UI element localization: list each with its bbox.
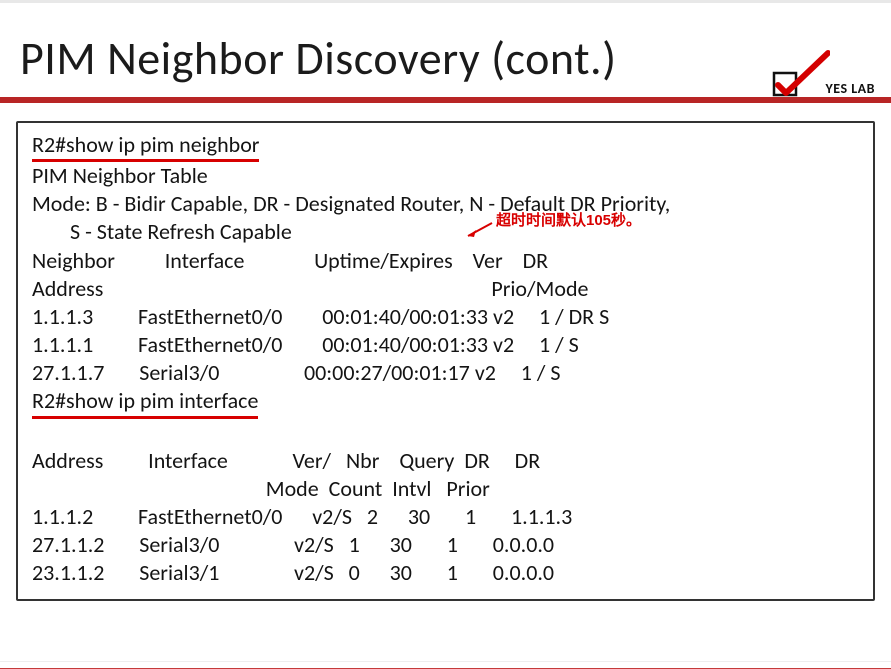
neighbor-upexp: 00:00:27/00:01:17 [304,359,470,386]
neighbor-ver: v2 [475,359,496,386]
iface-name: FastEthernet0/0 [138,503,282,530]
hdr-neighbor: Neighbor [32,247,115,274]
hdr-dr2: DR [515,447,540,474]
hdr-address: Address [32,275,103,302]
annotation-text: 超时时间默认105秒。 [496,211,641,230]
iface-row: 1.1.1.2 FastEthernet0/0 v2/S 2 30 1 1.1.… [32,503,859,531]
hdr-nbr: Nbr [346,447,379,474]
hdr-prio-mode: Prio/Mode [491,275,588,302]
command-1: R2#show ip pim neighbor [32,131,259,162]
hdr-prior: Prior [446,475,489,502]
iface-nbr: 1 [349,531,360,558]
hdr-count: Count [329,475,383,502]
mode-legend-1: Mode: B - Bidir Capable, DR - Designated… [32,190,859,218]
hdr-ver: Ver/ [293,447,332,474]
command-line-1: R2#show ip pim neighbor [32,131,859,162]
iface-row: 27.1.1.2 Serial3/0 v2/S 1 30 1 0.0.0.0 [32,531,859,559]
hdr-dr: DR [523,247,548,274]
neighbor-iface: Serial3/0 [139,359,219,386]
logo-text: YES LAB [826,80,876,97]
iface-header-1: Address Interface Ver/ Nbr Query DR DR [32,447,859,475]
neighbor-table-title: PIM Neighbor Table [32,162,859,190]
hdr-ver: Ver [473,247,503,274]
yeslab-logo: YES LAB [770,47,876,99]
mode-legend-2: S - State Refresh Capable [32,218,859,246]
neighbor-upexp: 00:01:40/00:01:33 [322,331,488,358]
iface-drprior: 1 [465,503,476,530]
hdr-interface: Interface [165,247,245,274]
neighbor-iface: FastEthernet0/0 [138,303,282,330]
terminal-output-box: R2#show ip pim neighbor PIM Neighbor Tab… [16,121,875,601]
hdr-interface: Interface [148,447,228,474]
neighbor-row: 1.1.1.1 FastEthernet0/0 00:01:40/00:01:3… [32,331,859,359]
iface-addr: 23.1.1.2 [32,559,104,586]
title-area: PIM Neighbor Discovery (cont.) YES LAB [0,3,891,103]
neighbor-drpm: 1 / DR S [539,303,609,330]
iface-qintvl: 30 [390,531,412,558]
command-2: R2#show ip pim interface [32,387,258,418]
neighbor-addr: 1.1.1.1 [32,331,93,358]
slide: PIM Neighbor Discovery (cont.) YES LAB R… [0,0,891,669]
iface-header-2: Mode Count Intvl Prior [32,475,859,503]
iface-vermode: v2/S [312,503,352,530]
iface-vermode: v2/S [294,531,334,558]
neighbor-ver: v2 [493,331,514,358]
page-title: PIM Neighbor Discovery (cont.) [20,31,871,87]
annotation-arrow-icon [464,221,494,239]
neighbor-header-2: Address Prio/Mode [32,275,859,303]
iface-dr: 0.0.0.0 [493,559,554,586]
neighbor-iface: FastEthernet0/0 [138,331,282,358]
neighbor-row: 1.1.1.3 FastEthernet0/0 00:01:40/00:01:3… [32,303,859,331]
iface-addr: 27.1.1.2 [32,531,104,558]
neighbor-addr: 27.1.1.7 [32,359,104,386]
iface-row: 23.1.1.2 Serial3/1 v2/S 0 30 1 0.0.0.0 [32,559,859,587]
iface-name: Serial3/0 [139,531,219,558]
neighbor-drpm: 1 / S [521,359,561,386]
iface-name: Serial3/1 [139,559,219,586]
iface-qintvl: 30 [390,559,412,586]
hdr-address: Address [32,447,103,474]
blank-line [32,419,859,447]
hdr-uptime-expires: Uptime/Expires [314,247,453,274]
iface-qintvl: 30 [408,503,430,530]
hdr-mode: Mode [266,475,319,502]
neighbor-drpm: 1 / S [539,331,579,358]
iface-addr: 1.1.1.2 [32,503,93,530]
iface-nbr: 2 [367,503,378,530]
neighbor-addr: 1.1.1.3 [32,303,93,330]
hdr-dr1: DR [464,447,489,474]
neighbor-upexp: 00:01:40/00:01:33 [322,303,488,330]
iface-dr: 1.1.1.3 [511,503,572,530]
iface-drprior: 1 [447,531,458,558]
hdr-query: Query [399,447,454,474]
iface-drprior: 1 [447,559,458,586]
neighbor-row: 27.1.1.7 Serial3/0 00:00:27/00:01:17 v2 … [32,359,859,387]
neighbor-header-1: Neighbor Interface Uptime/Expires Ver DR [32,247,859,275]
iface-nbr: 0 [349,559,360,586]
command-line-2: R2#show ip pim interface [32,387,859,418]
iface-dr: 0.0.0.0 [493,531,554,558]
checkmark-icon [770,47,830,99]
neighbor-ver: v2 [493,303,514,330]
hdr-intvl: Intvl [392,475,431,502]
iface-vermode: v2/S [294,559,334,586]
